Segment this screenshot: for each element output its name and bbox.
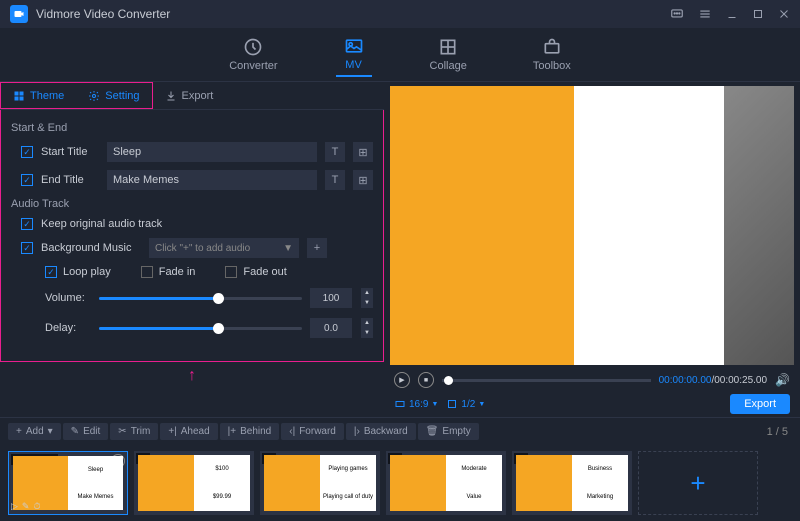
nav-toolbox[interactable]: Toolbox [525,33,579,76]
section-start-end: Start & End [11,122,373,134]
close-icon[interactable] [778,8,790,20]
timeline: ▦00:00:05 ✕ SleepMake Memes ▷✎⏱ ▦$100$99… [0,445,800,521]
maximize-icon[interactable] [752,8,764,20]
fadeout-label: Fade out [243,266,286,278]
export-button[interactable]: Export [730,394,790,414]
chevron-down-icon: ▼ [283,243,293,254]
start-title-label: Start Title [41,146,99,158]
backward-button[interactable]: |› Backward [346,423,416,440]
annotation-arrow: ↑ [188,367,196,385]
app-logo [10,5,28,23]
delay-value[interactable]: 0.0 [310,318,352,338]
clip-1[interactable]: ▦$100$99.99 [134,451,254,515]
add-clip-button[interactable]: + [638,451,758,515]
empty-button[interactable]: 🗑 Empty [418,423,479,440]
page-display[interactable]: 1/2▼ [446,398,485,410]
clip-4[interactable]: ▦BusinessMarketing [512,451,632,515]
keep-audio-checkbox[interactable]: ✓ [21,218,33,230]
nav-mv[interactable]: MV [336,32,372,77]
trim-button[interactable]: ✂ Trim [110,423,158,440]
app-title: Vidmore Video Converter [36,7,670,21]
chevron-down-icon: ▼ [431,401,438,408]
menu-icon[interactable] [698,7,712,21]
end-title-input[interactable] [107,170,317,190]
volume-value[interactable]: 100 [310,288,352,308]
stop-button[interactable]: ■ [418,372,434,388]
start-title-checkbox[interactable]: ✓ [21,146,33,158]
tab-theme[interactable]: Theme [1,83,76,108]
nav-converter[interactable]: Converter [221,33,285,76]
add-button[interactable]: + Add ▾ [8,423,61,440]
time-display: 00:00:00.00/00:00:25.00 [659,375,767,386]
nav-collage-label: Collage [430,60,467,72]
bg-music-dropdown[interactable]: Click "+" to add audio▼ [149,238,299,258]
clip-3[interactable]: ▦ModerateValue [386,451,506,515]
volume-label: Volume: [45,292,91,304]
forward-button[interactable]: ‹| Forward [281,423,344,440]
loop-checkbox[interactable]: ✓ [45,266,57,278]
video-preview[interactable] [390,86,794,365]
end-title-checkbox[interactable]: ✓ [21,174,33,186]
nav-mv-label: MV [345,59,362,71]
start-title-grid-icon[interactable]: ⊞ [353,142,373,162]
delay-down[interactable]: ▼ [361,328,373,338]
nav-toolbox-label: Toolbox [533,60,571,72]
ahead-button[interactable]: +| Ahead [160,423,217,440]
add-audio-button[interactable]: + [307,238,327,258]
loop-label: Loop play [63,266,111,278]
clip-pager: 1 / 5 [767,426,792,438]
behind-button[interactable]: |+ Behind [220,423,280,440]
feedback-icon[interactable] [670,7,684,21]
volume-up[interactable]: ▲ [361,288,373,298]
volume-slider[interactable] [99,297,302,300]
delay-label: Delay: [45,322,91,334]
keep-audio-label: Keep original audio track [41,218,162,230]
chevron-down-icon: ▼ [478,401,485,408]
clip-edit-icon[interactable]: ✎ [22,501,30,512]
bg-music-label: Background Music [41,242,141,254]
edit-button[interactable]: ✎ Edit [63,423,109,440]
nav-collage[interactable]: Collage [422,33,475,76]
aspect-ratio[interactable]: 16:9▼ [394,398,438,410]
volume-down[interactable]: ▼ [361,298,373,308]
fadein-checkbox[interactable]: ✓ [141,266,153,278]
clip-2[interactable]: ▦Playing gamesPlaying call of duty [260,451,380,515]
end-title-text-icon[interactable]: T [325,170,345,190]
clip-0[interactable]: ▦00:00:05 ✕ SleepMake Memes ▷✎⏱ [8,451,128,515]
clip-time-icon[interactable]: ⏱ [33,501,40,512]
end-title-grid-icon[interactable]: ⊞ [353,170,373,190]
delay-slider[interactable] [99,327,302,330]
progress-bar[interactable] [442,379,651,382]
fadeout-checkbox[interactable]: ✓ [225,266,237,278]
fadein-label: Fade in [159,266,196,278]
tab-setting[interactable]: Setting [76,83,151,108]
section-audio: Audio Track [11,198,373,210]
volume-icon[interactable]: 🔊 [775,373,790,387]
minimize-icon[interactable] [726,8,738,20]
play-button[interactable]: ▶ [394,372,410,388]
clip-play-icon[interactable]: ▷ [11,501,18,512]
nav-converter-label: Converter [229,60,277,72]
tab-export[interactable]: Export [153,82,226,109]
end-title-label: End Title [41,174,99,186]
delay-up[interactable]: ▲ [361,318,373,328]
start-title-text-icon[interactable]: T [325,142,345,162]
start-title-input[interactable] [107,142,317,162]
bg-music-checkbox[interactable]: ✓ [21,242,33,254]
